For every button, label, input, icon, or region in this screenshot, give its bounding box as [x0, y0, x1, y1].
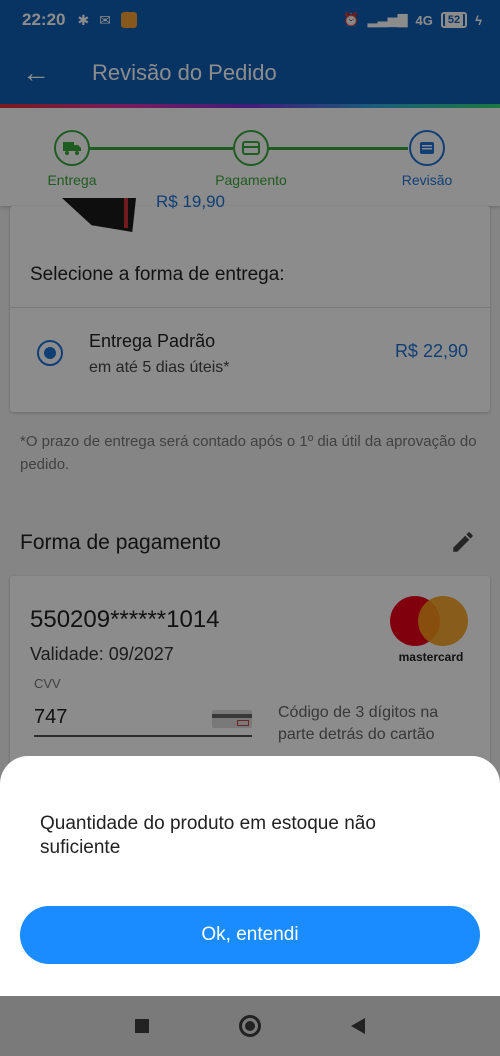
alert-message: Quantidade do produto em estoque não suf… [40, 813, 376, 858]
system-nav-bar [0, 996, 500, 1056]
recent-apps-icon[interactable] [135, 1019, 149, 1033]
back-icon[interactable] [351, 1018, 365, 1034]
home-icon[interactable] [239, 1015, 261, 1037]
alert-bottom-sheet: Quantidade do produto em estoque não suf… [0, 756, 500, 996]
ok-button[interactable]: Ok, entendi [20, 906, 480, 964]
